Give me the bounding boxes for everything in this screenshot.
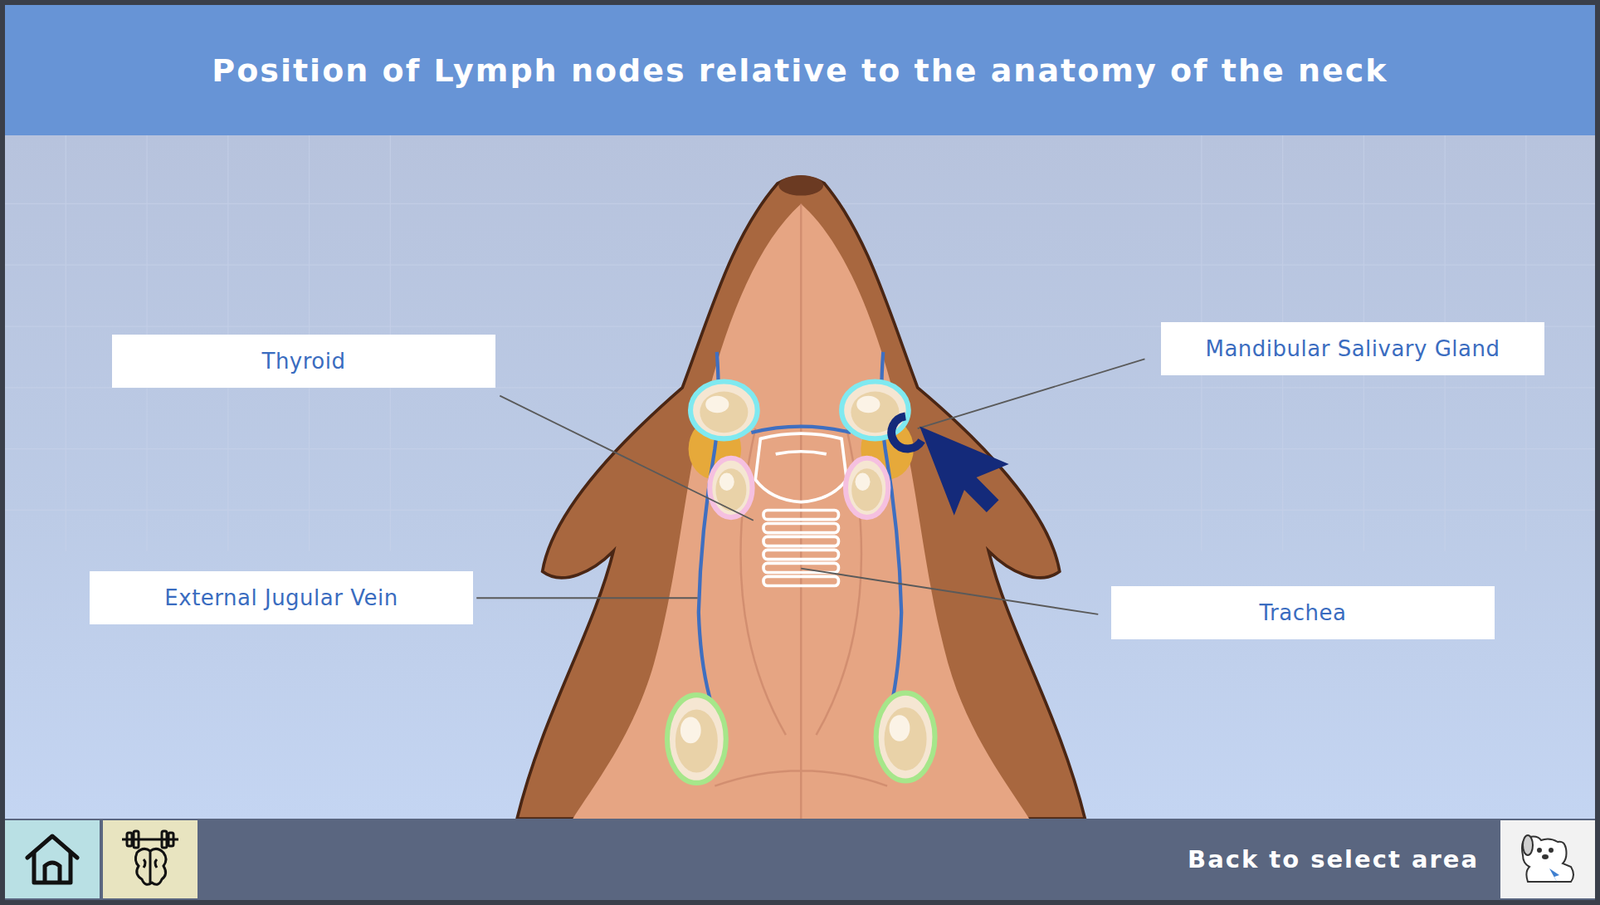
- diagram-stage: Thyroid Mandibular Salivary Gland External…: [4, 135, 1596, 819]
- jugular-veins: [698, 351, 902, 715]
- home-icon: [22, 830, 83, 888]
- lymph-node[interactable]: [690, 380, 758, 439]
- lymph-node[interactable]: [876, 692, 936, 781]
- pointer-cursor-icon: [891, 415, 1009, 515]
- anatomy-label: Thyroid: [112, 334, 496, 388]
- header-bar: Position of Lymph nodes relative to the …: [4, 4, 1596, 136]
- dog-icon: [1516, 829, 1580, 888]
- neck-diagram: [4, 135, 1596, 819]
- brain-training-icon: [118, 827, 182, 891]
- footer-bar: Back to select area: [4, 818, 1596, 900]
- training-button[interactable]: [102, 819, 198, 898]
- lymph-node-pair[interactable]: [667, 692, 936, 783]
- lymph-node-pair[interactable]: [709, 458, 888, 518]
- anatomy-label: External Jugular Vein: [89, 570, 474, 625]
- trachea: [755, 433, 847, 586]
- leader-lines: [476, 358, 1145, 615]
- lymph-node[interactable]: [845, 458, 888, 518]
- select-area-button[interactable]: [1500, 819, 1596, 898]
- page-title: Position of Lymph nodes relative to the …: [211, 52, 1388, 89]
- lymph-node[interactable]: [841, 380, 909, 439]
- dog-outline: [517, 176, 1085, 819]
- lymph-node-pair[interactable]: [690, 380, 909, 439]
- app-window: Position of Lymph nodes relative to the …: [0, 0, 1600, 905]
- lymph-node[interactable]: [667, 694, 727, 783]
- home-button[interactable]: [4, 819, 100, 898]
- lymph-node[interactable]: [709, 458, 752, 518]
- back-label[interactable]: Back to select area: [1187, 819, 1498, 898]
- anatomy-label: Trachea: [1111, 585, 1495, 640]
- anatomy-label: Mandibular Salivary Gland: [1160, 321, 1545, 376]
- neck-muscles: [572, 203, 1030, 819]
